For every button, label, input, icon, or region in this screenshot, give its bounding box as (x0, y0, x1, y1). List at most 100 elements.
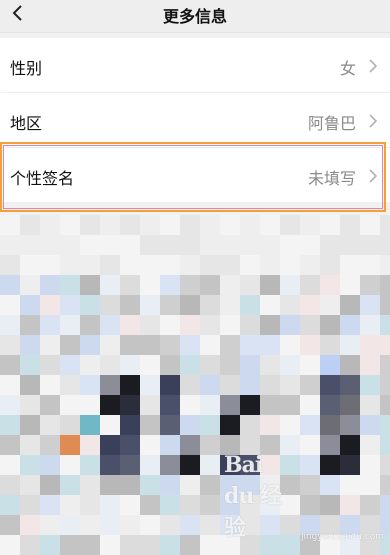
mosaic-tile (40, 535, 60, 555)
mosaic-tile (100, 475, 120, 495)
mosaic-tile (180, 375, 200, 395)
mosaic-tile (180, 335, 200, 355)
page-title: 更多信息 (162, 7, 227, 26)
mosaic-tile (40, 395, 60, 415)
mosaic-tile (360, 395, 380, 415)
mosaic-tile (240, 415, 260, 435)
mosaic-tile (40, 515, 60, 535)
mosaic-tile (60, 395, 80, 415)
mosaic-tile (160, 515, 180, 535)
mosaic-tile (120, 395, 140, 415)
mosaic-tile (40, 355, 60, 375)
mosaic-tile (40, 275, 60, 295)
mosaic-tile (360, 415, 380, 435)
mosaic-tile (260, 215, 280, 235)
mosaic-tile (60, 435, 80, 455)
mosaic-tile (100, 355, 120, 375)
mosaic-tile (200, 535, 220, 555)
mosaic-tile (100, 255, 120, 275)
list-item-region[interactable]: 地区 阿鲁巴 (0, 93, 390, 147)
mosaic-tile (20, 315, 40, 335)
mosaic-tile (40, 235, 60, 255)
mosaic-tile (380, 415, 390, 435)
mosaic-tile (180, 355, 200, 375)
mosaic-tile (220, 315, 240, 335)
mosaic-tile (280, 255, 300, 275)
mosaic-tile (80, 455, 100, 475)
mosaic-tile (160, 295, 180, 315)
mosaic-tile (80, 395, 100, 415)
mosaic-tile (40, 415, 60, 435)
mosaic-tile (60, 255, 80, 275)
watermark-site: jingyan.baidu.com (300, 532, 384, 542)
mosaic-tile (120, 535, 140, 555)
mosaic-tile (160, 275, 180, 295)
row-value: 女 (339, 59, 356, 78)
mosaic-tile (20, 395, 40, 415)
mosaic-tile (100, 415, 120, 435)
mosaic-tile (380, 355, 390, 375)
mosaic-tile (280, 395, 300, 415)
mosaic-tile (200, 315, 220, 335)
mosaic-tile (300, 255, 320, 275)
mosaic-tile (20, 235, 40, 255)
mosaic-tile (260, 315, 280, 335)
row-value: 阿鲁巴 (307, 114, 356, 133)
mosaic-tile (40, 295, 60, 315)
mosaic-tile (140, 535, 160, 555)
mosaic-tile (300, 375, 320, 395)
mosaic-tile (100, 295, 120, 315)
mosaic-tile (60, 275, 80, 295)
mosaic-tile (180, 415, 200, 435)
mosaic-tile (360, 475, 380, 495)
mosaic-tile (260, 235, 280, 255)
mosaic-tile (0, 375, 20, 395)
mosaic-tile (60, 475, 80, 495)
mosaic-tile (320, 215, 340, 235)
mosaic-tile (360, 455, 380, 475)
mosaic-tile (380, 455, 390, 475)
watermark: Bai du 经验 jingyan.baidu.com (224, 452, 384, 542)
mosaic-tile (380, 335, 390, 355)
mosaic-tile (180, 215, 200, 235)
mosaic-tile (180, 515, 200, 535)
mosaic-tile (300, 415, 320, 435)
mosaic-tile (240, 355, 260, 375)
mosaic-tile (20, 295, 40, 315)
mosaic-tile (0, 215, 20, 235)
mosaic-tile (80, 535, 100, 555)
mosaic-tile (380, 435, 390, 455)
mosaic-tile (340, 215, 360, 235)
mosaic-tile (200, 435, 220, 455)
mosaic-tile (160, 255, 180, 275)
mosaic-tile (80, 375, 100, 395)
mosaic-tile (60, 355, 80, 375)
mosaic-tile (280, 215, 300, 235)
mosaic-tile (240, 335, 260, 355)
mosaic-tile (60, 455, 80, 475)
chevron-right-icon (369, 169, 378, 183)
mosaic-tile (260, 275, 280, 295)
mosaic-tile (280, 355, 300, 375)
mosaic-tile (360, 335, 380, 355)
mosaic-tile (120, 515, 140, 535)
mosaic-tile (200, 455, 220, 475)
mosaic-tile (260, 255, 280, 275)
mosaic-tile (80, 515, 100, 535)
mosaic-tile (100, 395, 120, 415)
list-item-signature[interactable]: 个性签名 未填写 (0, 148, 390, 202)
mosaic-tile (0, 335, 20, 355)
mosaic-tile (60, 235, 80, 255)
mosaic-tile (20, 515, 40, 535)
list-item-gender[interactable]: 性别 女 (0, 38, 390, 92)
mosaic-tile (100, 215, 120, 235)
mosaic-tile (340, 295, 360, 315)
mosaic-tile (120, 355, 140, 375)
mosaic-tile (40, 315, 60, 335)
mosaic-tile (320, 255, 340, 275)
mosaic-tile (160, 415, 180, 435)
navigation-bar: 更多信息 (0, 0, 390, 33)
mosaic-tile (340, 435, 360, 455)
mosaic-tile (20, 455, 40, 475)
mosaic-tile (380, 315, 390, 335)
